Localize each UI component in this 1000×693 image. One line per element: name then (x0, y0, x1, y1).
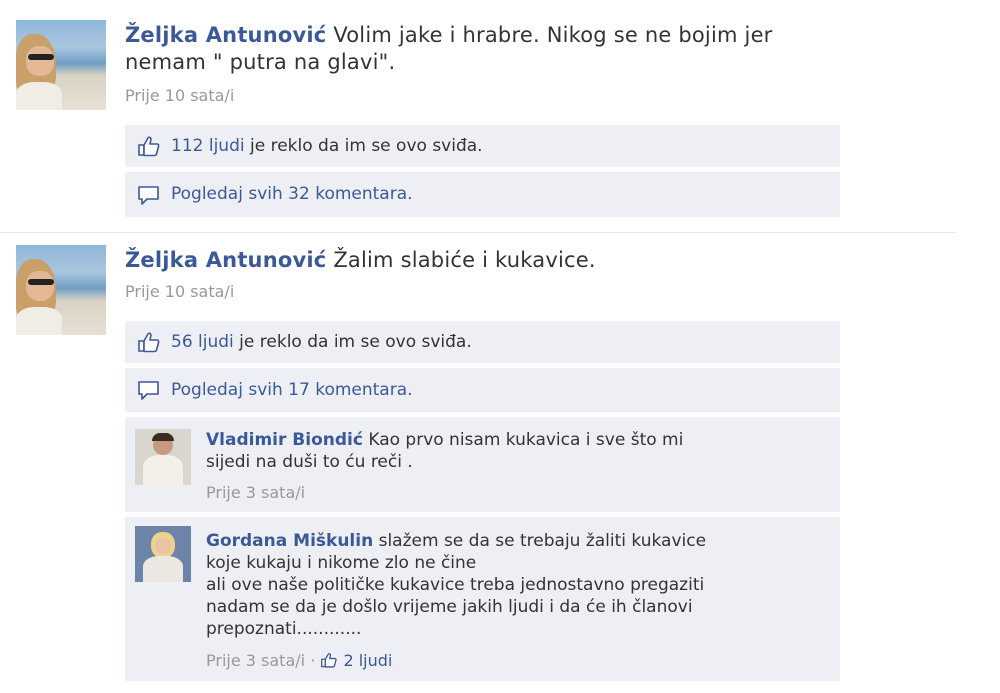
comment-line2: sijedi na duši to ću reči . (206, 452, 413, 472)
thumbs-up-icon (138, 332, 160, 353)
comment-author-link[interactable]: Gordana Miškulin (206, 531, 373, 551)
likes-suffix: je reklo da im se ovo sviđa. (233, 332, 472, 352)
comment-timestamp[interactable]: Prije 3 sata/i (206, 483, 305, 502)
comment-line3: ali ove naše političke kukavice treba je… (206, 575, 705, 595)
meta-separator: · (310, 651, 316, 670)
view-comments-row[interactable]: Pogledaj svih 32 komentara. (125, 172, 840, 217)
comment-author-link[interactable]: Vladimir Biondić (206, 430, 363, 450)
commenter-avatar[interactable] (135, 526, 191, 582)
comment-line1: Kao prvo nisam kukavica i sve što mi (368, 430, 684, 450)
post-message-line1: Volim jake i hrabre. Nikog se ne bojim j… (333, 23, 773, 47)
comment-line1: slažem se da se trebaju žaliti kukavice (378, 531, 707, 551)
post-author-link[interactable]: Željka Antunović (125, 23, 326, 47)
comment-item: Gordana Miškulin slažem se da se trebaju… (125, 517, 840, 681)
comment-line4: nadam se da je došlo vrijeme jakih ljudi… (206, 597, 693, 617)
post-author-link[interactable]: Željka Antunović (125, 248, 326, 272)
comment-line5: prepoznati............ (206, 619, 362, 639)
speech-bubble-icon (138, 185, 159, 205)
likes-row: 56 ljudi je reklo da im se ovo sviđa. (125, 321, 840, 363)
comment-line2: koje kukaju i nikome zlo ne čine (206, 553, 477, 573)
comment-text: Vladimir Biondić Kao prvo nisam kukavica… (206, 429, 826, 473)
author-avatar[interactable] (16, 20, 106, 110)
author-avatar[interactable] (16, 245, 106, 335)
thumbs-up-icon (138, 136, 160, 157)
comment-likes-link[interactable]: 2 ljudi (343, 651, 392, 670)
commenter-avatar[interactable] (135, 429, 191, 485)
post-text: Željka Antunović Volim jake i hrabre. Ni… (125, 22, 885, 76)
comment-text: Gordana Miškulin slažem se da se trebaju… (206, 530, 826, 640)
speech-bubble-icon (138, 381, 159, 400)
likes-row: 112 ljudi je reklo da im se ovo sviđa. (125, 125, 840, 167)
post-divider (0, 232, 955, 233)
likes-count-link[interactable]: 112 ljudi (171, 136, 245, 156)
post-message-line2: nemam " putra na glavi". (125, 50, 396, 74)
post-text: Željka Antunović Žalim slabiće i kukavic… (125, 247, 885, 274)
thumbs-up-icon (321, 652, 338, 668)
comment-meta: Prije 3 sata/i · 2 ljudi (206, 651, 392, 670)
comment-item: Vladimir Biondić Kao prvo nisam kukavica… (125, 417, 840, 512)
post-timestamp[interactable]: Prije 10 sata/i (125, 86, 234, 105)
view-all-comments-link[interactable]: Pogledaj svih 32 komentara. (171, 184, 413, 204)
post-timestamp[interactable]: Prije 10 sata/i (125, 282, 234, 301)
comment-timestamp[interactable]: Prije 3 sata/i (206, 651, 305, 670)
likes-count-link[interactable]: 56 ljudi (171, 332, 234, 352)
likes-suffix: je reklo da im se ovo sviđa. (244, 136, 483, 156)
post-message-line1: Žalim slabiće i kukavice. (333, 248, 596, 272)
view-comments-row[interactable]: Pogledaj svih 17 komentara. (125, 368, 840, 412)
view-all-comments-link[interactable]: Pogledaj svih 17 komentara. (171, 380, 413, 400)
